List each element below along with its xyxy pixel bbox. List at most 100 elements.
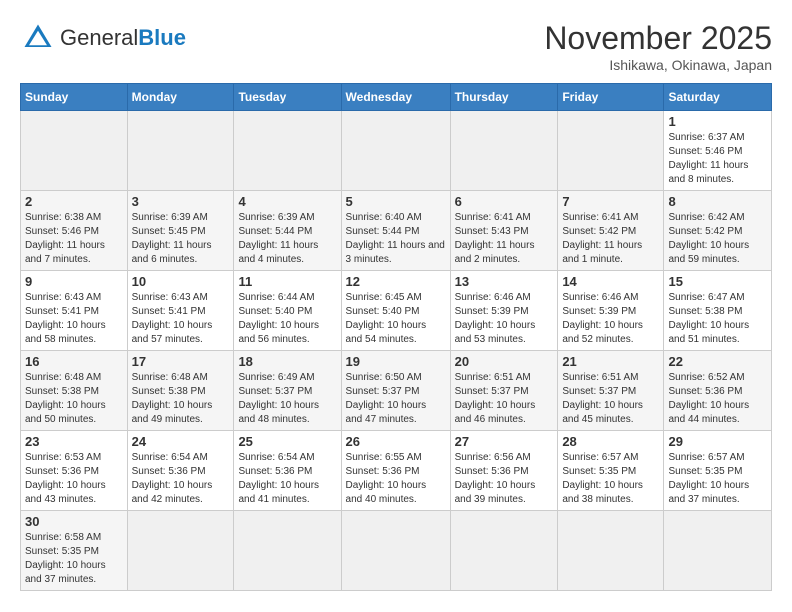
day-cell <box>341 511 450 591</box>
day-cell: 27 Sunrise: 6:56 AM Sunset: 5:36 PM Dayli… <box>450 431 558 511</box>
day-number: 9 <box>25 274 123 289</box>
day-cell: 15Sunrise: 6:47 AM Sunset: 5:38 PM Dayli… <box>664 271 772 351</box>
day-number: 13 <box>455 274 554 289</box>
day-cell: 16Sunrise: 6:48 AM Sunset: 5:38 PM Dayli… <box>21 351 128 431</box>
day-info: Sunrise: 6:44 AM Sunset: 5:40 PM Dayligh… <box>238 291 336 347</box>
day-cell: 10 Sunrise: 6:43 AM Sunset: 5:41 PM Dayli… <box>127 271 234 351</box>
day-info: Sunrise: 6:54 AM Sunset: 5:36 PM Dayligh… <box>132 451 230 507</box>
day-cell <box>234 511 341 591</box>
day-cell: 22Sunrise: 6:52 AM Sunset: 5:36 PM Dayli… <box>664 351 772 431</box>
day-cell <box>558 111 664 191</box>
day-number: 27 <box>455 434 554 449</box>
weekday-header-row: SundayMondayTuesdayWednesdayThursdayFrid… <box>21 84 772 111</box>
page-header: GeneralBlue November 2025 Ishikawa, Okin… <box>20 20 772 73</box>
day-cell <box>341 111 450 191</box>
day-info: Sunrise: 6:49 AM Sunset: 5:37 PM Dayligh… <box>238 371 336 427</box>
day-info: Sunrise: 6:56 AM Sunset: 5:36 PM Dayligh… <box>455 451 554 507</box>
day-number: 1 <box>668 114 767 129</box>
day-cell <box>450 111 558 191</box>
day-info: Sunrise: 6:48 AM Sunset: 5:38 PM Dayligh… <box>25 371 123 427</box>
day-cell: 8 Sunrise: 6:42 AM Sunset: 5:42 PM Daylig… <box>664 191 772 271</box>
logo-wordmark: GeneralBlue <box>60 27 186 49</box>
weekday-header-monday: Monday <box>127 84 234 111</box>
day-cell <box>664 511 772 591</box>
day-info: Sunrise: 6:38 AM Sunset: 5:46 PM Dayligh… <box>25 211 123 267</box>
day-cell: 4Sunrise: 6:39 AM Sunset: 5:44 PM Daylig… <box>234 191 341 271</box>
day-info: Sunrise: 6:57 AM Sunset: 5:35 PM Dayligh… <box>668 451 767 507</box>
day-number: 22 <box>668 354 767 369</box>
day-number: 18 <box>238 354 336 369</box>
day-info: Sunrise: 6:46 AM Sunset: 5:39 PM Dayligh… <box>455 291 554 347</box>
day-info: Sunrise: 6:48 AM Sunset: 5:38 PM Dayligh… <box>132 371 230 427</box>
day-info: Sunrise: 6:47 AM Sunset: 5:38 PM Dayligh… <box>668 291 767 347</box>
day-info: Sunrise: 6:42 AM Sunset: 5:42 PM Dayligh… <box>668 211 767 267</box>
day-cell <box>234 111 341 191</box>
day-cell <box>127 111 234 191</box>
day-info: Sunrise: 6:51 AM Sunset: 5:37 PM Dayligh… <box>562 371 659 427</box>
weekday-header-saturday: Saturday <box>664 84 772 111</box>
day-cell <box>127 511 234 591</box>
weekday-header-sunday: Sunday <box>21 84 128 111</box>
day-number: 26 <box>346 434 446 449</box>
day-cell: 5 Sunrise: 6:40 AM Sunset: 5:44 PM Daylig… <box>341 191 450 271</box>
title-block: November 2025 Ishikawa, Okinawa, Japan <box>544 20 772 73</box>
day-cell: 14 Sunrise: 6:46 AM Sunset: 5:39 PM Dayli… <box>558 271 664 351</box>
day-number: 5 <box>346 194 446 209</box>
day-cell: 19 Sunrise: 6:50 AM Sunset: 5:37 PM Dayli… <box>341 351 450 431</box>
day-cell: 21Sunrise: 6:51 AM Sunset: 5:37 PM Dayli… <box>558 351 664 431</box>
day-cell: 6Sunrise: 6:41 AM Sunset: 5:43 PM Daylig… <box>450 191 558 271</box>
day-cell: 18 Sunrise: 6:49 AM Sunset: 5:37 PM Dayli… <box>234 351 341 431</box>
week-row-3: 9 Sunrise: 6:43 AM Sunset: 5:41 PM Daylig… <box>21 271 772 351</box>
day-info: Sunrise: 6:45 AM Sunset: 5:40 PM Dayligh… <box>346 291 446 347</box>
day-cell: 1 Sunrise: 6:37 AM Sunset: 5:46 PM Daylig… <box>664 111 772 191</box>
day-info: Sunrise: 6:58 AM Sunset: 5:35 PM Dayligh… <box>25 531 123 587</box>
day-info: Sunrise: 6:43 AM Sunset: 5:41 PM Dayligh… <box>132 291 230 347</box>
day-number: 29 <box>668 434 767 449</box>
day-info: Sunrise: 6:57 AM Sunset: 5:35 PM Dayligh… <box>562 451 659 507</box>
day-cell: 24Sunrise: 6:54 AM Sunset: 5:36 PM Dayli… <box>127 431 234 511</box>
day-info: Sunrise: 6:41 AM Sunset: 5:43 PM Dayligh… <box>455 211 554 267</box>
location: Ishikawa, Okinawa, Japan <box>544 57 772 73</box>
calendar-table: SundayMondayTuesdayWednesdayThursdayFrid… <box>20 83 772 591</box>
day-info: Sunrise: 6:39 AM Sunset: 5:45 PM Dayligh… <box>132 211 230 267</box>
day-number: 10 <box>132 274 230 289</box>
week-row-6: 30 Sunrise: 6:58 AM Sunset: 5:35 PM Dayli… <box>21 511 772 591</box>
day-cell <box>21 111 128 191</box>
day-number: 11 <box>238 274 336 289</box>
day-cell: 3Sunrise: 6:39 AM Sunset: 5:45 PM Daylig… <box>127 191 234 271</box>
day-number: 30 <box>25 514 123 529</box>
day-info: Sunrise: 6:40 AM Sunset: 5:44 PM Dayligh… <box>346 211 446 267</box>
week-row-2: 2 Sunrise: 6:38 AM Sunset: 5:46 PM Daylig… <box>21 191 772 271</box>
day-number: 8 <box>668 194 767 209</box>
day-cell: 12Sunrise: 6:45 AM Sunset: 5:40 PM Dayli… <box>341 271 450 351</box>
day-info: Sunrise: 6:41 AM Sunset: 5:42 PM Dayligh… <box>562 211 659 267</box>
logo-text: GeneralBlue <box>60 27 186 49</box>
day-info: Sunrise: 6:43 AM Sunset: 5:41 PM Dayligh… <box>25 291 123 347</box>
day-info: Sunrise: 6:53 AM Sunset: 5:36 PM Dayligh… <box>25 451 123 507</box>
logo-icon <box>20 20 56 56</box>
day-number: 2 <box>25 194 123 209</box>
weekday-header-friday: Friday <box>558 84 664 111</box>
day-number: 14 <box>562 274 659 289</box>
day-cell: 23Sunrise: 6:53 AM Sunset: 5:36 PM Dayli… <box>21 431 128 511</box>
day-cell: 17Sunrise: 6:48 AM Sunset: 5:38 PM Dayli… <box>127 351 234 431</box>
day-cell: 2 Sunrise: 6:38 AM Sunset: 5:46 PM Daylig… <box>21 191 128 271</box>
day-cell: 30 Sunrise: 6:58 AM Sunset: 5:35 PM Dayli… <box>21 511 128 591</box>
day-info: Sunrise: 6:50 AM Sunset: 5:37 PM Dayligh… <box>346 371 446 427</box>
weekday-header-wednesday: Wednesday <box>341 84 450 111</box>
day-info: Sunrise: 6:46 AM Sunset: 5:39 PM Dayligh… <box>562 291 659 347</box>
day-cell: 13 Sunrise: 6:46 AM Sunset: 5:39 PM Dayli… <box>450 271 558 351</box>
day-info: Sunrise: 6:55 AM Sunset: 5:36 PM Dayligh… <box>346 451 446 507</box>
weekday-header-tuesday: Tuesday <box>234 84 341 111</box>
weekday-header-thursday: Thursday <box>450 84 558 111</box>
day-number: 20 <box>455 354 554 369</box>
day-info: Sunrise: 6:37 AM Sunset: 5:46 PM Dayligh… <box>668 131 767 187</box>
day-info: Sunrise: 6:54 AM Sunset: 5:36 PM Dayligh… <box>238 451 336 507</box>
day-cell: 25 Sunrise: 6:54 AM Sunset: 5:36 PM Dayli… <box>234 431 341 511</box>
day-number: 19 <box>346 354 446 369</box>
day-number: 25 <box>238 434 336 449</box>
day-info: Sunrise: 6:51 AM Sunset: 5:37 PM Dayligh… <box>455 371 554 427</box>
day-cell: 7Sunrise: 6:41 AM Sunset: 5:42 PM Daylig… <box>558 191 664 271</box>
day-cell: 28Sunrise: 6:57 AM Sunset: 5:35 PM Dayli… <box>558 431 664 511</box>
day-cell: 20 Sunrise: 6:51 AM Sunset: 5:37 PM Dayli… <box>450 351 558 431</box>
